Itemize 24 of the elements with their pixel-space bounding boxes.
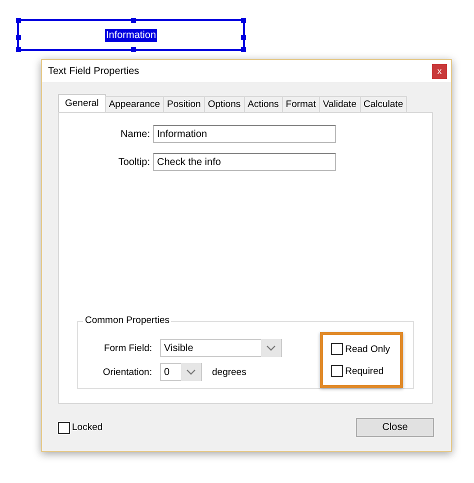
tab[interactable]: General <box>58 94 106 112</box>
field-label: Name: <box>120 128 151 140</box>
text-field[interactable]: Information <box>153 125 336 143</box>
checkbox[interactable]: Locked <box>58 422 103 434</box>
text-field[interactable]: Check the info <box>153 153 336 171</box>
orientation-dropdown[interactable]: 0 <box>160 363 202 381</box>
window-title: Text Field Properties <box>48 66 140 76</box>
close-button[interactable]: x <box>432 64 447 78</box>
caret-icon[interactable] <box>261 339 281 357</box>
field-label: Form Field: <box>102 342 153 354</box>
field-value: Information <box>104 28 158 42</box>
caret-icon[interactable] <box>181 363 201 381</box>
form-field-dropdown[interactable]: Visible <box>160 339 282 357</box>
checkbox[interactable]: Read Only <box>331 343 390 355</box>
tab[interactable]: Appearance <box>104 96 164 112</box>
field-label: Orientation: <box>102 366 153 378</box>
checkbox[interactable]: Required <box>331 365 390 377</box>
field-label: Tooltip: <box>117 156 151 168</box>
close-button[interactable]: Close <box>356 418 434 437</box>
tab[interactable]: Options <box>204 96 245 112</box>
group-title: Common Properties <box>83 315 172 326</box>
form-field[interactable]: Information <box>17 19 245 51</box>
unit-label: degrees <box>212 366 246 378</box>
tab[interactable]: Calculate <box>360 96 408 112</box>
